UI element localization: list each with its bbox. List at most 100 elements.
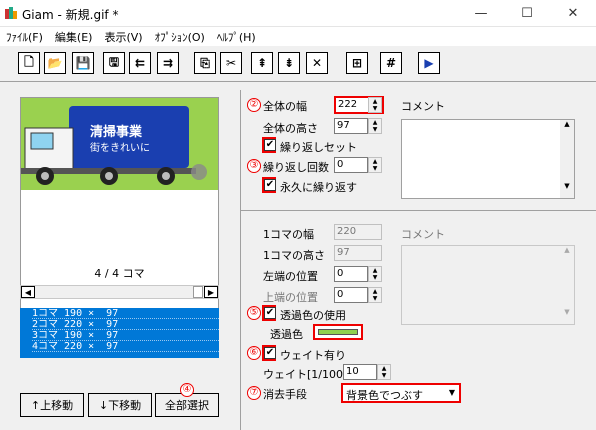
frame-list[interactable]: 1コマ 190 × 97 2コマ 220 × 97 3コマ 190 × 97 4…	[20, 308, 219, 358]
forever-label: 永久に繰り返す	[280, 181, 357, 194]
save-as-button[interactable]: 🖫	[103, 52, 125, 74]
scroll-thumb[interactable]	[193, 286, 203, 298]
menu-edit[interactable]: 編集(E)	[49, 27, 99, 46]
grid-button[interactable]: #	[380, 52, 402, 74]
menu-file[interactable]: ﾌｧｲﾙ(F)	[0, 27, 49, 46]
chevron-up-icon[interactable]: ▲	[369, 267, 381, 274]
frame-scrollbar[interactable]: ◀ ▶	[20, 285, 219, 299]
transparent-color-swatch-frame[interactable]	[313, 324, 363, 340]
new-file-button[interactable]: 🗋	[18, 52, 40, 74]
left-position-value: 0	[337, 268, 344, 279]
global-comment-field[interactable]: ▲ ▼	[401, 119, 575, 199]
preview-sub-text: 街をきれいに	[90, 143, 150, 154]
scroll-left-button[interactable]: ◀	[21, 286, 35, 298]
top-position-stepper[interactable]: ▲ ▼	[368, 287, 382, 303]
copy-button[interactable]: ⎘	[194, 52, 216, 74]
top-position-value: 0	[337, 289, 344, 300]
export-frame-button[interactable]: ⇉	[157, 52, 179, 74]
global-comment-label: コメント	[401, 100, 445, 113]
loop-count-input[interactable]: 0	[334, 157, 368, 173]
chevron-down-icon[interactable]: ▼	[369, 274, 381, 281]
cut-button[interactable]: ✂	[220, 52, 242, 74]
align-icon: ⊞	[351, 56, 363, 70]
wait-time-stepper[interactable]: ▲ ▼	[377, 364, 391, 380]
chevron-down-icon[interactable]: ▼	[369, 105, 381, 112]
list-item[interactable]: 1コマ 190 × 97	[32, 308, 219, 319]
transparent-color-label: 透過色	[270, 328, 303, 341]
chevron-up-icon[interactable]: ▲	[369, 98, 381, 105]
top-position-input[interactable]: 0	[334, 287, 368, 303]
import-frame-icon: ⇇	[134, 56, 146, 70]
marker-3: ③	[247, 159, 261, 173]
section-divider	[240, 210, 596, 211]
import-frame-button[interactable]: ⇇	[129, 52, 151, 74]
chevron-down-icon[interactable]: ▼	[378, 372, 390, 379]
move-up-button[interactable]: ↑上移動	[20, 393, 84, 417]
paste-before-button[interactable]: ⇞	[251, 52, 273, 74]
loop-set-checkbox[interactable]: ✔	[264, 139, 276, 151]
delete-button[interactable]: ✕	[306, 52, 328, 74]
left-position-stepper[interactable]: ▲ ▼	[368, 266, 382, 282]
panel-divider	[240, 90, 241, 430]
scroll-right-button[interactable]: ▶	[204, 286, 218, 298]
menu-help[interactable]: ﾍﾙﾌﾟ(H)	[211, 27, 262, 46]
left-position-label: 左端の位置	[263, 270, 318, 283]
align-button[interactable]: ⊞	[346, 52, 368, 74]
chevron-up-icon[interactable]: ▲	[378, 365, 390, 372]
height-stepper[interactable]: ▲ ▼	[368, 118, 382, 134]
chevron-down-icon[interactable]: ▼	[560, 182, 574, 190]
transparent-checkbox[interactable]: ✔	[264, 307, 276, 319]
chevron-right-icon: ▶	[207, 287, 215, 297]
transparent-label: 透過色の使用	[280, 309, 346, 322]
preview-banner-text: 清掃事業	[90, 125, 143, 140]
wait-checkbox[interactable]: ✔	[264, 347, 276, 359]
comment-scrollbar[interactable]: ▲ ▼	[560, 120, 574, 198]
menu-bar: ﾌｧｲﾙ(F) 編集(E) 表示(V) ｵﾌﾟｼｮﾝ(O) ﾍﾙﾌﾟ(H)	[0, 27, 596, 46]
marker-4: ④	[180, 383, 194, 397]
chevron-up-icon[interactable]: ▲	[560, 120, 574, 128]
transparent-color-swatch[interactable]	[318, 329, 358, 335]
maximize-button[interactable]: ☐	[504, 0, 550, 27]
frame-width-label: 1コマの幅	[263, 228, 314, 241]
chevron-up-icon[interactable]: ▲	[369, 158, 381, 165]
height-input[interactable]: 97	[334, 118, 368, 134]
move-down-button[interactable]: ↓下移動	[88, 393, 152, 417]
window-title: Giam - 新規.gif *	[22, 8, 119, 22]
list-item[interactable]: 4コマ 220 × 97	[32, 341, 219, 352]
chevron-down-icon[interactable]: ▼	[369, 126, 381, 133]
forever-checkbox[interactable]: ✔	[264, 179, 276, 191]
frame-comment-field[interactable]: ▲ ▼	[401, 245, 575, 325]
play-button[interactable]: ▶	[418, 52, 440, 74]
save-button[interactable]: 💾	[72, 52, 94, 74]
dispose-select[interactable]: 背景色でつぶす ▼	[341, 383, 461, 403]
chevron-down-icon[interactable]: ▼	[560, 308, 574, 316]
loop-count-label: 繰り返し回数	[263, 161, 329, 174]
menu-view[interactable]: 表示(V)	[98, 27, 148, 46]
dispose-value: 背景色でつぶす	[346, 389, 423, 402]
close-button[interactable]: ✕	[550, 0, 596, 27]
minimize-button[interactable]: —	[458, 0, 504, 27]
list-item[interactable]: 3コマ 190 × 97	[32, 330, 219, 341]
left-position-input[interactable]: 0	[334, 266, 368, 282]
frame-width-value: 220	[337, 226, 357, 237]
comment-scrollbar[interactable]: ▲ ▼	[560, 246, 574, 324]
width-stepper[interactable]: ▲ ▼	[368, 97, 382, 113]
chevron-down-icon[interactable]: ▼	[369, 295, 381, 302]
wait-time-input[interactable]: 10	[343, 364, 377, 380]
loop-set-label: 繰り返しセット	[280, 141, 357, 154]
paste-after-icon: ⇟	[283, 56, 295, 70]
frame-height-field: 97	[334, 245, 382, 261]
delete-icon: ✕	[311, 56, 323, 70]
menu-options[interactable]: ｵﾌﾟｼｮﾝ(O)	[149, 27, 211, 46]
loop-count-stepper[interactable]: ▲ ▼	[368, 157, 382, 173]
paste-after-button[interactable]: ⇟	[278, 52, 300, 74]
chevron-up-icon[interactable]: ▲	[369, 288, 381, 295]
open-button[interactable]: 📂	[44, 52, 66, 74]
frame-width-field: 220	[334, 224, 382, 240]
chevron-up-icon[interactable]: ▲	[560, 246, 574, 254]
list-item[interactable]: 2コマ 220 × 97	[32, 319, 219, 330]
chevron-up-icon[interactable]: ▲	[369, 119, 381, 126]
chevron-down-icon[interactable]: ▼	[449, 388, 455, 397]
loop-count-value: 0	[337, 159, 344, 170]
chevron-down-icon[interactable]: ▼	[369, 165, 381, 172]
